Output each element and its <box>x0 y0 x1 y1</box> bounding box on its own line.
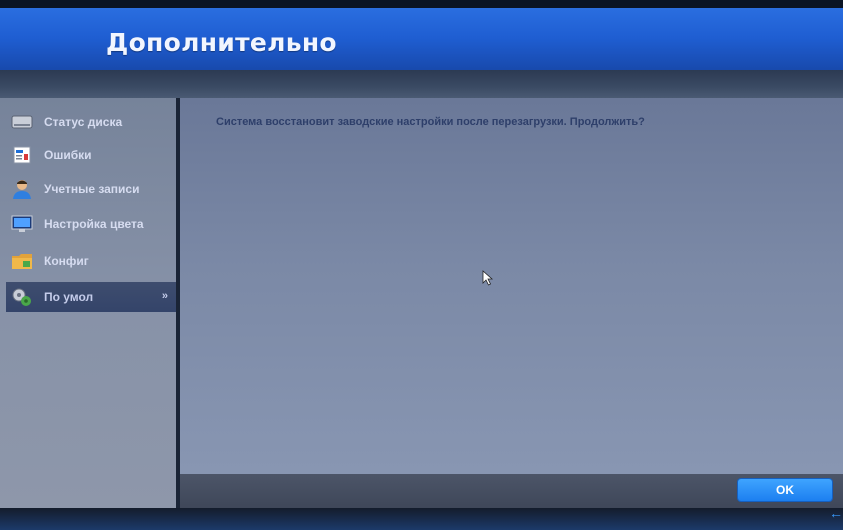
sidebar-item-defaults[interactable]: По умол » <box>6 282 176 312</box>
mouse-cursor-icon <box>482 270 494 286</box>
folder-config-icon <box>10 250 34 272</box>
chevron-right-icon: » <box>161 290 168 302</box>
header-bar: Дополнительно <box>0 8 843 74</box>
page-title: Дополнительно <box>106 28 337 57</box>
hard-disk-icon <box>10 111 34 133</box>
monitor-color-icon <box>10 213 34 235</box>
sidebar-item-accounts[interactable]: Учетные записи <box>6 174 176 204</box>
dvr-screen: Дополнительно Статус диска Ошибки Учетны… <box>0 0 843 530</box>
sidebar-item-label: Учетные записи <box>44 182 140 196</box>
sidebar-item-color-settings[interactable]: Настройка цвета <box>6 209 176 239</box>
sidebar-item-label: Ошибки <box>44 148 92 162</box>
header-band <box>0 70 843 98</box>
sidebar-item-errors[interactable]: Ошибки <box>6 140 176 170</box>
sidebar-item-label: Конфиг <box>44 254 89 268</box>
sidebar-item-label: Статус диска <box>44 115 123 129</box>
sidebar-item-label: Настройка цвета <box>44 217 144 231</box>
ok-button[interactable]: OK <box>738 479 832 501</box>
restore-defaults-message: Система восстановит заводские настройки … <box>216 116 645 128</box>
content-panel: Система восстановит заводские настройки … <box>180 98 843 474</box>
sidebar-item-disk-status[interactable]: Статус диска <box>6 107 176 137</box>
error-log-icon <box>10 144 34 166</box>
bottom-strip <box>0 508 843 530</box>
default-gears-icon <box>10 286 34 308</box>
sidebar-item-config[interactable]: Конфиг <box>6 246 176 276</box>
sidebar-item-label: По умол <box>44 290 94 304</box>
back-arrow-icon[interactable]: ← <box>829 506 843 520</box>
user-account-icon <box>10 178 34 200</box>
